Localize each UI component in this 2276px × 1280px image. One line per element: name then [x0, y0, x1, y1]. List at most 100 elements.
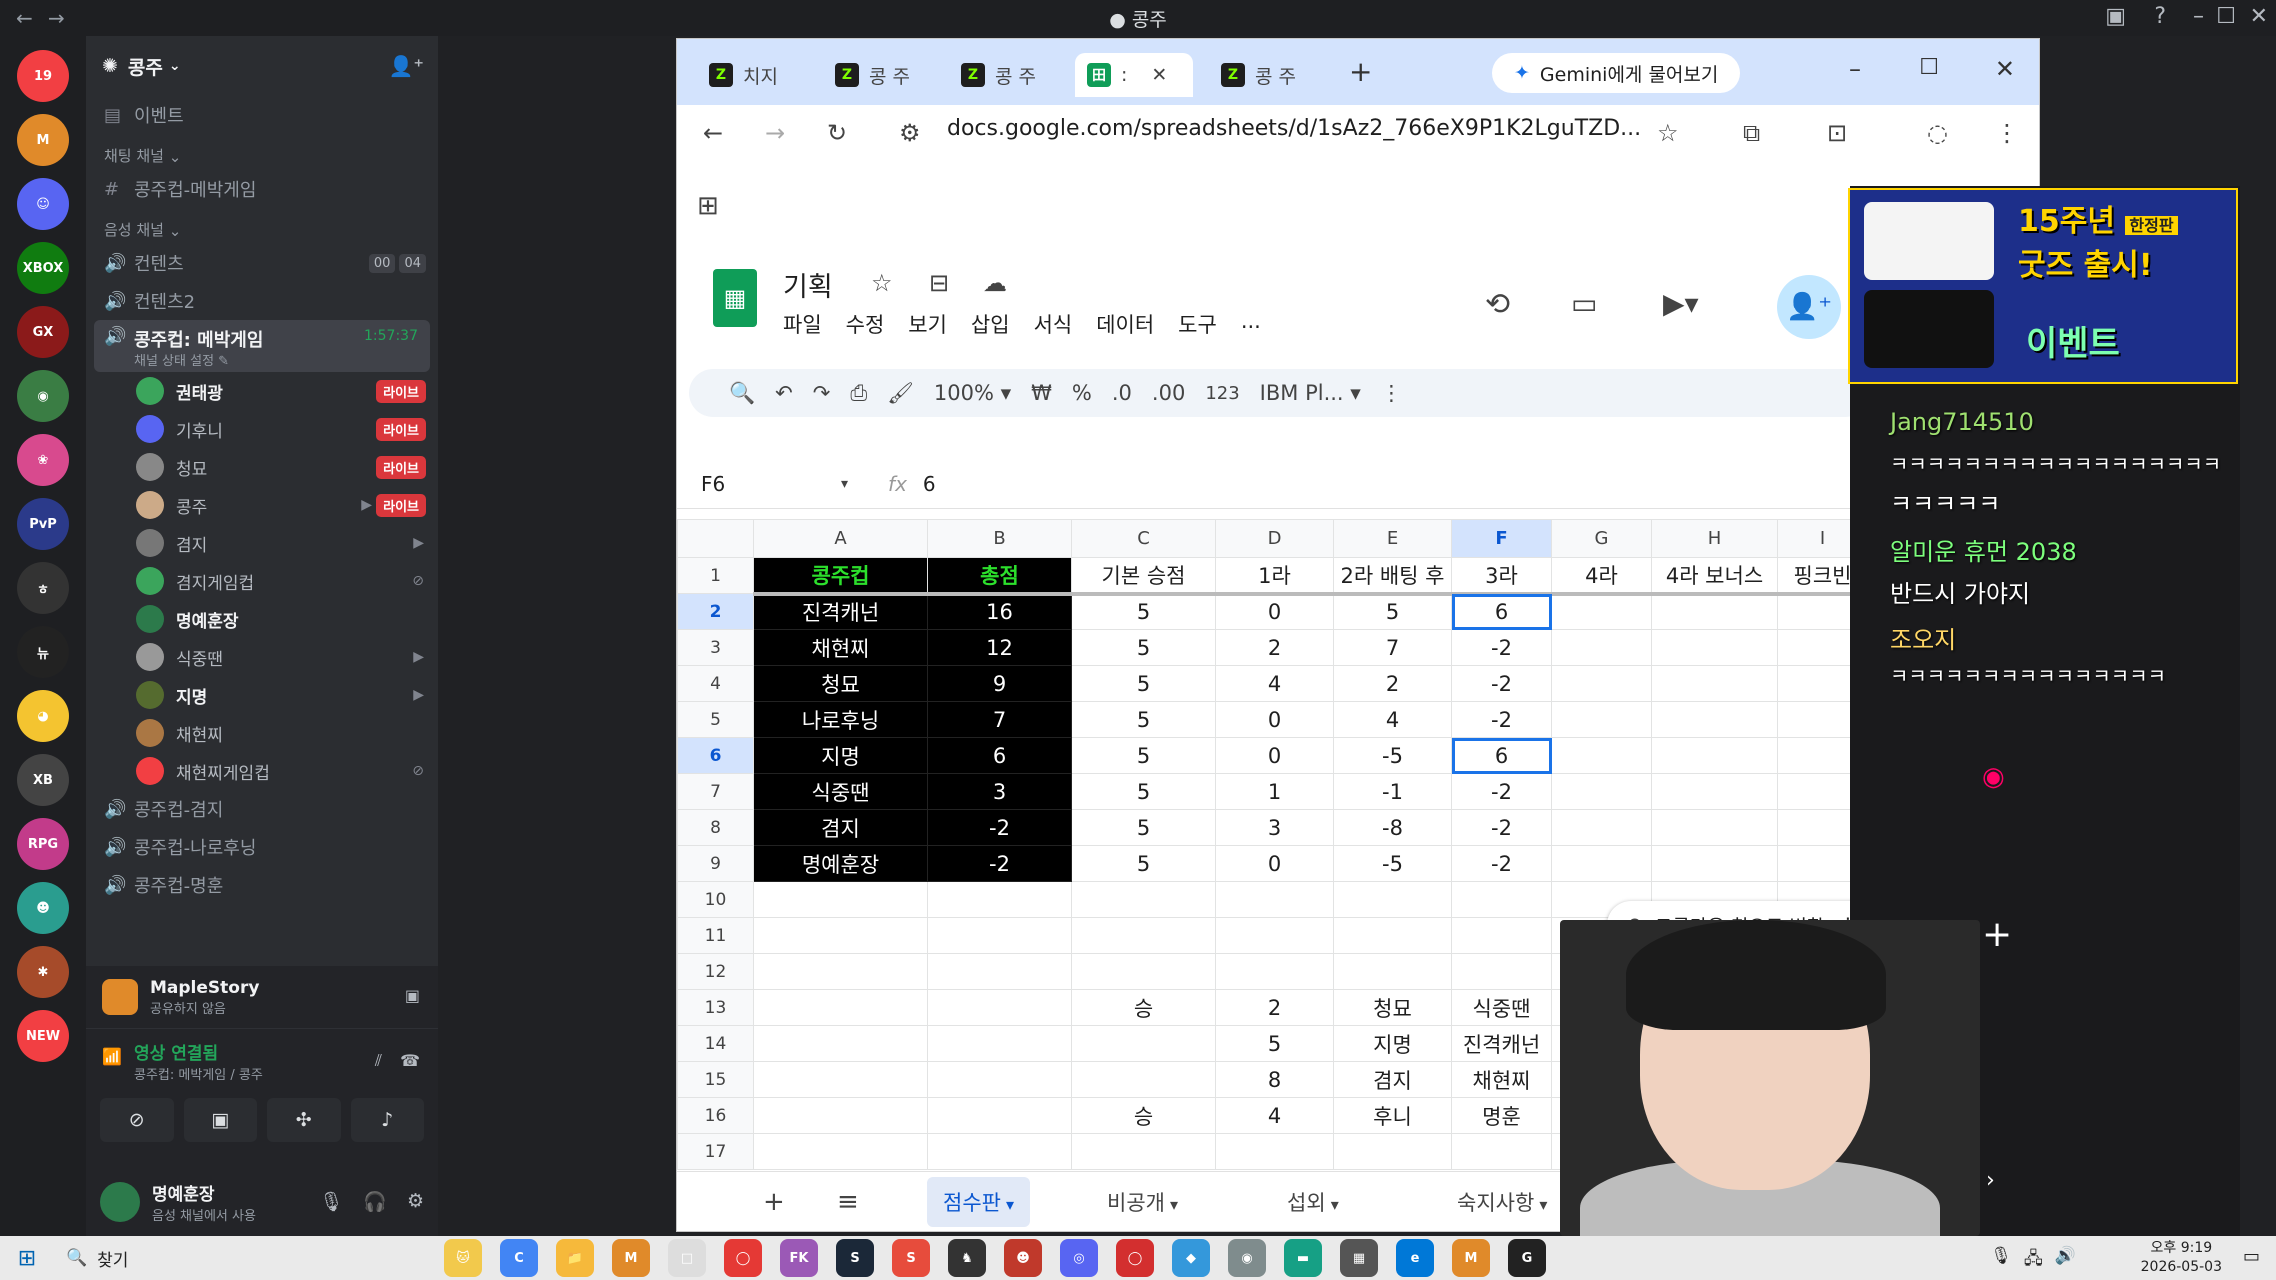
row-header[interactable]: 2: [677, 593, 754, 630]
cell[interactable]: [753, 1097, 928, 1134]
cell[interactable]: 0: [1215, 701, 1334, 738]
cell[interactable]: [1651, 737, 1778, 774]
cell[interactable]: 승: [1071, 1097, 1216, 1134]
chevron-right-icon[interactable]: ›: [1986, 1168, 1995, 1193]
back-icon[interactable]: ←: [703, 119, 723, 147]
cell[interactable]: -2: [1451, 809, 1552, 846]
share-button[interactable]: 👤⁺: [1777, 275, 1841, 339]
menu-item[interactable]: 보기: [908, 309, 947, 339]
cell[interactable]: [1651, 665, 1778, 702]
redo-icon[interactable]: ↷: [813, 381, 831, 405]
cell[interactable]: 0: [1215, 845, 1334, 882]
voice-channel-active[interactable]: 🔊 콩주컵: 메박게임 채널 상태 설정 ✎ 1:57:37: [94, 320, 430, 372]
taskbar-app-icon[interactable]: ◉: [1228, 1239, 1266, 1277]
menu-item[interactable]: 수정: [846, 309, 885, 339]
menu-item[interactable]: ...: [1241, 309, 1261, 339]
taskbar-app-icon[interactable]: ◯: [724, 1239, 762, 1277]
cell[interactable]: 5: [1071, 629, 1216, 666]
browser-tab[interactable]: Z콩 주: [823, 53, 939, 97]
server-icon[interactable]: ◕: [17, 690, 69, 742]
cell[interactable]: [1215, 917, 1334, 954]
voice-member[interactable]: 채현찌게임컵 ⊘: [86, 752, 438, 790]
sheet-tab[interactable]: 점수판 ▾: [927, 1176, 1031, 1227]
cell[interactable]: [1551, 737, 1652, 774]
voice-member[interactable]: 채현찌: [86, 714, 438, 752]
meet-icon[interactable]: ▶▾: [1663, 287, 1699, 320]
cell[interactable]: 7: [1333, 629, 1452, 666]
voice-channel[interactable]: 🔊 콩주컵-명훈: [86, 866, 438, 904]
taskbar-app-icon[interactable]: M: [1452, 1239, 1490, 1277]
cell[interactable]: 청묘: [753, 665, 928, 702]
column-header[interactable]: G: [1551, 519, 1652, 558]
cell[interactable]: -2: [1451, 629, 1552, 666]
cell[interactable]: 4: [1215, 665, 1334, 702]
row-header[interactable]: 4: [677, 665, 754, 702]
taskbar-app-icon[interactable]: S: [836, 1239, 874, 1277]
row-header[interactable]: 14: [677, 1025, 754, 1062]
channel-status[interactable]: 채널 상태 설정 ✎: [134, 350, 229, 369]
cell[interactable]: [927, 989, 1072, 1026]
cell[interactable]: [1551, 629, 1652, 666]
name-box[interactable]: F6: [701, 472, 841, 496]
row-header[interactable]: 3: [677, 629, 754, 666]
cell[interactable]: 겸지: [753, 809, 928, 846]
tab-search-icon[interactable]: ⊡: [1827, 119, 1847, 147]
column-header[interactable]: E: [1333, 519, 1452, 558]
header-cell[interactable]: 기본 승점: [1071, 557, 1216, 596]
cell[interactable]: [1551, 665, 1652, 702]
header-cell[interactable]: 총점: [927, 557, 1072, 596]
menu-item[interactable]: 데이터: [1096, 309, 1154, 339]
cell[interactable]: 9: [927, 665, 1072, 702]
taskbar-app-icon[interactable]: ◯: [1116, 1239, 1154, 1277]
reload-icon[interactable]: ↻: [827, 119, 847, 147]
category-voice[interactable]: 음성 채널 ⌄: [86, 208, 438, 244]
voice-member[interactable]: 권태광 라이브: [86, 372, 438, 410]
taskbar-app-icon[interactable]: S: [892, 1239, 930, 1277]
menu-item[interactable]: 파일: [783, 309, 822, 339]
cell[interactable]: [753, 881, 928, 918]
url-field[interactable]: docs.google.com/spreadsheets/d/1sAz2_766…: [947, 116, 1641, 141]
browser-tab[interactable]: Z콩 주: [1209, 53, 1325, 97]
cell[interactable]: -2: [927, 845, 1072, 882]
cell[interactable]: 6: [1451, 737, 1552, 774]
formula-input[interactable]: 6: [923, 472, 936, 496]
cell[interactable]: [927, 1133, 1072, 1170]
taskbar-app-icon[interactable]: □: [668, 1239, 706, 1277]
cell[interactable]: [1651, 629, 1778, 666]
cell[interactable]: 겸지: [1333, 1061, 1452, 1098]
activities-button[interactable]: ✣: [267, 1098, 341, 1142]
taskbar-app-icon[interactable]: ♞: [948, 1239, 986, 1277]
cell[interactable]: 후니: [1333, 1097, 1452, 1134]
row-header[interactable]: 11: [677, 917, 754, 954]
cell[interactable]: -2: [927, 809, 1072, 846]
print-icon[interactable]: ⎙: [850, 381, 867, 406]
server-icon[interactable]: ❀: [17, 434, 69, 486]
row-header[interactable]: 13: [677, 989, 754, 1026]
taskbar-app-icon[interactable]: e: [1396, 1239, 1434, 1277]
taskbar-app-icon[interactable]: FK: [780, 1239, 818, 1277]
events-link[interactable]: ▤ 이벤트: [86, 96, 438, 134]
row-header[interactable]: 15: [677, 1061, 754, 1098]
taskbar-app-icon[interactable]: ☻: [1004, 1239, 1042, 1277]
server-header[interactable]: ✺ 콩주 ⌄ 👤⁺: [86, 36, 438, 96]
cell[interactable]: [1071, 881, 1216, 918]
cell[interactable]: [1551, 809, 1652, 846]
cell[interactable]: 2: [1215, 629, 1334, 666]
header-cell[interactable]: 콩주컵: [753, 557, 928, 596]
header-cell[interactable]: 4라: [1551, 557, 1652, 596]
cell[interactable]: 나로후닝: [753, 701, 928, 738]
server-icon[interactable]: NEW: [17, 1010, 69, 1062]
mic-icon[interactable]: 🎙: [1990, 1246, 2012, 1275]
cell[interactable]: [1333, 1133, 1452, 1170]
taskbar-app-icon[interactable]: G: [1508, 1239, 1546, 1277]
row-header[interactable]: 7: [677, 773, 754, 810]
server-icon[interactable]: 뉴: [17, 626, 69, 678]
gear-icon[interactable]: ⚙: [407, 1190, 424, 1213]
cell[interactable]: [1651, 701, 1778, 738]
cell[interactable]: 5: [1071, 665, 1216, 702]
cell[interactable]: [1071, 953, 1216, 990]
add-sheet-icon[interactable]: +: [763, 1187, 785, 1217]
cell[interactable]: [1651, 773, 1778, 810]
avatar[interactable]: [100, 1182, 140, 1222]
cell[interactable]: 청묘: [1333, 989, 1452, 1026]
